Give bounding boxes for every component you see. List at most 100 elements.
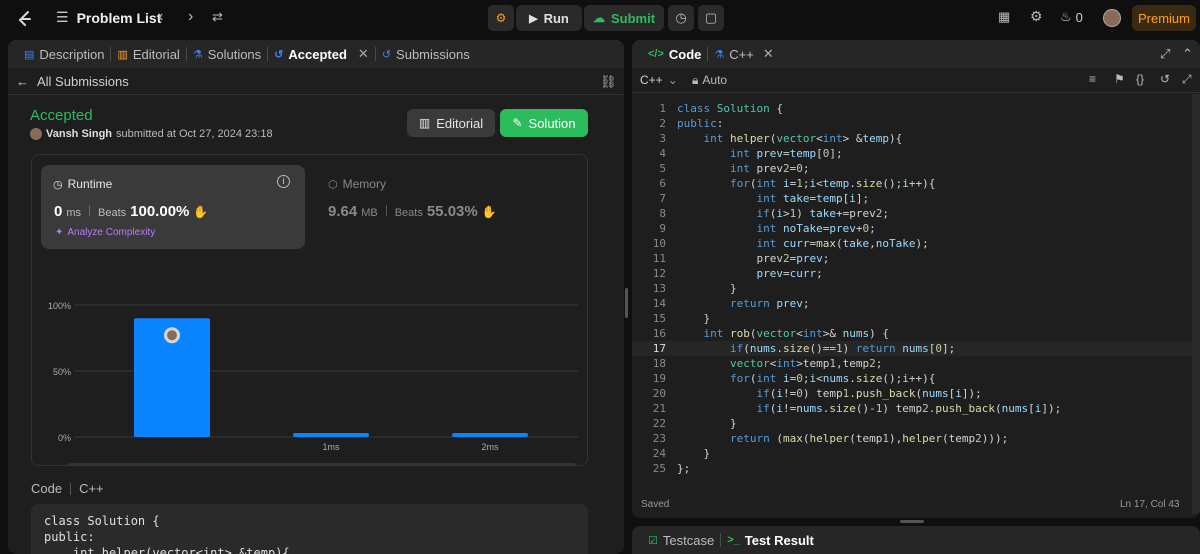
tab-accepted[interactable]: ↺ Accepted ✕: [268, 40, 375, 68]
code-line[interactable]: 3 int helper(vector<int> &temp){: [632, 131, 1192, 146]
tab-testcase[interactable]: ☑ Testcase: [642, 526, 720, 554]
code-line[interactable]: 20 if(i!=0) temp1.push_back(nums[i]);: [632, 386, 1192, 401]
code-line[interactable]: 22 }: [632, 416, 1192, 431]
line-number: 10: [652, 237, 666, 250]
next-problem-icon[interactable]: ›: [188, 8, 193, 26]
language-select[interactable]: C++ ⌄: [640, 73, 678, 87]
divider: [70, 482, 72, 495]
code-line[interactable]: 24 }: [632, 446, 1192, 461]
code-line[interactable]: 25};: [632, 461, 1192, 476]
code-line[interactable]: 7 int take=temp[i];: [632, 191, 1192, 206]
tab-description[interactable]: ▤ Description: [18, 40, 110, 68]
solution-button[interactable]: ✎ Solution: [500, 109, 588, 137]
run-button[interactable]: ▶ Run: [516, 5, 582, 31]
runtime-header: ◷ Runtime: [53, 177, 112, 191]
expand-icon[interactable]: ⤢: [1160, 46, 1170, 62]
tab-editorial[interactable]: ▥ Editorial: [111, 40, 185, 68]
code-line[interactable]: 14 return prev;: [632, 296, 1192, 311]
code-line[interactable]: 10 int curr=max(take,noTake);: [632, 236, 1192, 251]
prev-problem-icon[interactable]: ‹: [158, 8, 163, 26]
line-number: 22: [652, 417, 666, 430]
code-line[interactable]: 4 int prev=temp[0];: [632, 146, 1192, 161]
tab-submissions[interactable]: ↺ Submissions: [376, 40, 476, 68]
all-submissions-link[interactable]: ← All Submissions: [16, 74, 129, 89]
close-icon[interactable]: ✕: [763, 46, 774, 62]
chart-bar: [452, 433, 528, 437]
timer-button[interactable]: ◷: [668, 5, 694, 31]
clap-icon: ✋: [193, 205, 209, 219]
tab-lang[interactable]: ⚗ C++ ✕: [708, 40, 779, 68]
avatar-marker-face: [167, 330, 177, 341]
line-number: 12: [652, 267, 666, 280]
reset-icon[interactable]: ↺: [1160, 72, 1170, 86]
divider: [89, 205, 91, 216]
submit-button[interactable]: ☁ Submit: [584, 5, 664, 31]
line-number: 23: [652, 432, 666, 445]
test-tab-bar: ☑ Testcase >_ Test Result: [632, 526, 1200, 554]
format-icon[interactable]: ≡: [1089, 72, 1096, 86]
line-number: 14: [652, 297, 666, 310]
code-area[interactable]: 1 class Solution {2 public: 3 int helper(ve…: [632, 101, 1192, 481]
divider: [385, 205, 387, 216]
code-line[interactable]: 13 }: [632, 281, 1192, 296]
code-line[interactable]: 8 if(i>1) take+=prev2;: [632, 206, 1192, 221]
fullscreen-icon[interactable]: ⤢: [1182, 72, 1192, 87]
code-text: if(i>1) take+=prev2;: [756, 207, 889, 220]
code-text: public:: [677, 117, 724, 130]
bookmark-icon[interactable]: ⚑: [1114, 72, 1125, 86]
leetcode-logo-icon[interactable]: [14, 8, 36, 30]
tab-code[interactable]: </> Code: [642, 40, 707, 68]
code-line[interactable]: 6 for(int i=1;i<temp.size();i++){: [632, 176, 1192, 191]
code-text: }: [677, 312, 711, 325]
code-line[interactable]: 12 prev=curr;: [632, 266, 1192, 281]
editor-scrollbar[interactable]: [1192, 94, 1200, 514]
settings-icon[interactable]: ⚙: [1030, 8, 1043, 25]
list-icon: ☰: [56, 9, 69, 25]
runtime-card[interactable]: ◷ Runtime i 0 ms Beats 100.00% ✋ ✦ Analy…: [41, 165, 305, 249]
layout-icon[interactable]: ▦: [998, 9, 1010, 25]
horizontal-resizer[interactable]: [900, 520, 924, 523]
chart-bar: [293, 433, 369, 437]
runtime-distribution-chart[interactable]: 100%50%0%1ms2ms1ms2ms: [31, 255, 591, 465]
tab-test-result[interactable]: >_ Test Result: [721, 526, 820, 554]
info-icon[interactable]: i: [277, 175, 290, 188]
code-line[interactable]: 19 for(int i=0;i<nums.size();i++){: [632, 371, 1192, 386]
code-line[interactable]: 5 int prev2=0;: [632, 161, 1192, 176]
user-name[interactable]: Vansh Singh: [46, 128, 112, 140]
analyze-complexity-link[interactable]: ✦ Analyze Complexity: [55, 227, 155, 238]
streak-counter[interactable]: ♨ 0: [1060, 9, 1083, 25]
memory-card[interactable]: ⬡ Memory 9.64 MB Beats 55.03% ✋: [316, 165, 580, 249]
code-text: int prev=temp[0];: [729, 147, 843, 160]
code-line[interactable]: 21 if(i!=nums.size()-1) temp2.push_back(…: [632, 401, 1192, 416]
code-line[interactable]: 15 }: [632, 311, 1192, 326]
book-icon: ▥: [117, 48, 128, 61]
premium-button[interactable]: Premium: [1132, 5, 1196, 31]
line-number: 16: [652, 327, 666, 340]
close-icon[interactable]: ✕: [358, 46, 369, 62]
code-line[interactable]: 16 int rob(vector<int>& nums) {: [632, 326, 1192, 341]
code-line[interactable]: 11 prev2=prev;: [632, 251, 1192, 266]
code-text: if(nums.size()==1) return nums[0];: [729, 342, 956, 355]
tab-solutions[interactable]: ⚗ Solutions: [187, 40, 267, 68]
code-line[interactable]: 17 if(nums.size()==1) return nums[0];: [632, 341, 1192, 356]
auto-toggle[interactable]: 🔒︎ Auto: [692, 73, 727, 88]
code-line[interactable]: 23 return (max(helper(temp1),helper(temp…: [632, 431, 1192, 446]
share-link-icon[interactable]: ⛓: [600, 74, 617, 90]
code-line[interactable]: 1 class Solution {: [632, 101, 1192, 116]
run-label: Run: [543, 10, 569, 26]
shuffle-icon[interactable]: ⇄: [212, 9, 223, 25]
avatar[interactable]: [1103, 9, 1121, 27]
code-line[interactable]: 18 vector<int>temp1,temp2;: [632, 356, 1192, 371]
editorial-button[interactable]: ▥ Editorial: [407, 109, 495, 137]
collapse-icon[interactable]: ⌃: [1182, 46, 1193, 62]
code-text: int rob(vector<int>& nums) {: [703, 327, 890, 340]
debug-button[interactable]: ⚙: [488, 5, 514, 31]
problem-list-button[interactable]: ☰ Problem List: [56, 9, 161, 26]
panel-resizer[interactable]: [625, 288, 628, 318]
code-text: return (max(helper(temp1),helper(temp2))…: [729, 432, 1009, 445]
braces-icon[interactable]: {}: [1136, 72, 1144, 86]
code-line[interactable]: 2 public:: [632, 116, 1192, 131]
arrow-left-icon: ←: [16, 74, 29, 89]
notes-button[interactable]: ▢: [698, 5, 724, 31]
code-line[interactable]: 9 int noTake=prev+0;: [632, 221, 1192, 236]
